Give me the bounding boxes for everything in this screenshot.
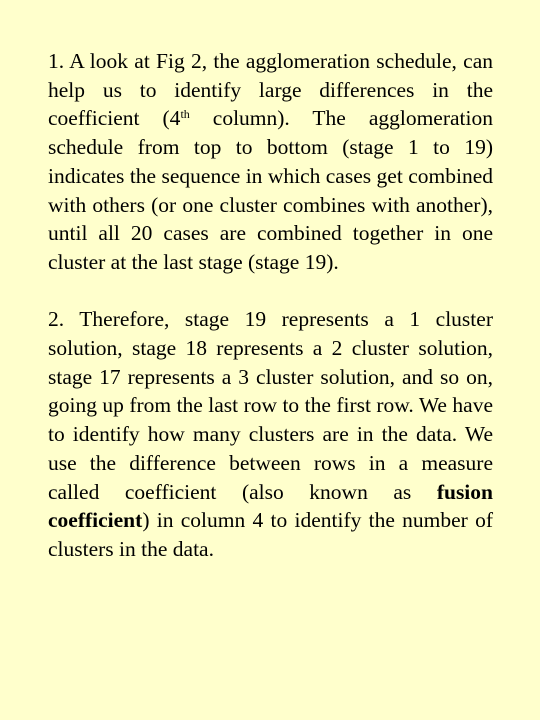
paragraph-2-text: Therefore, stage 19 represents a 1 clust… [48,307,493,504]
paragraph-1-number: 1. [48,49,65,73]
paragraph-1: 1. A look at Fig 2, the agglomeration sc… [48,47,493,277]
paragraph-1-text-cont: column). The agglomeration schedule from… [48,106,494,274]
slide: 1. A look at Fig 2, the agglomeration sc… [0,0,540,720]
paragraph-2-number: 2. [48,307,65,332]
ordinal-superscript: th [180,107,190,122]
paragraph-2: 2. Therefore, stage 19 represents a 1 cl… [48,305,493,563]
slide-text-block: 1. A look at Fig 2, the agglomeration sc… [48,47,493,564]
